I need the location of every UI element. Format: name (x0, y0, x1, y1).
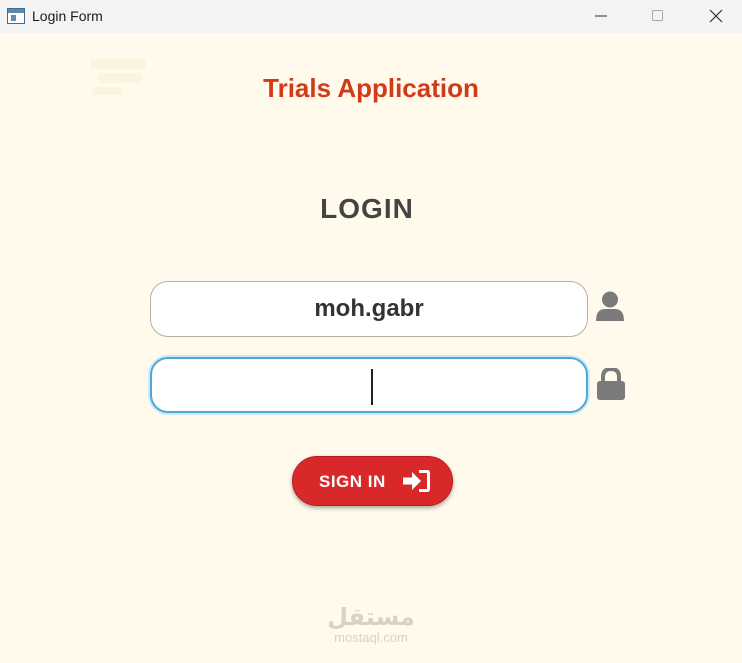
minimize-icon (595, 15, 607, 17)
login-form: Trials Application LOGIN moh.gabr SIGN I… (0, 33, 742, 663)
mostaql-watermark: مستقل mostaql.com (0, 603, 742, 645)
close-icon (709, 9, 723, 23)
text-caret (371, 369, 373, 405)
app-title: Trials Application (263, 73, 479, 103)
lock-icon (597, 368, 625, 400)
close-button[interactable] (693, 0, 739, 33)
window-title: Login Form (32, 8, 103, 24)
watermark-arabic: مستقل (327, 603, 415, 631)
username-value: moh.gabr (314, 295, 424, 322)
user-icon (596, 291, 624, 321)
password-input[interactable] (150, 357, 588, 413)
username-input[interactable]: moh.gabr (150, 281, 588, 337)
sign-in-arrow-icon (403, 470, 430, 492)
maximize-icon (652, 10, 663, 21)
watermark-url: mostaql.com (334, 630, 408, 645)
app-window-icon (7, 8, 25, 24)
login-heading: LOGIN (320, 193, 414, 224)
window-titlebar: Login Form (0, 0, 742, 33)
sign-in-button[interactable]: SIGN IN (292, 456, 453, 506)
maximize-button[interactable] (635, 0, 681, 33)
minimize-button[interactable] (578, 0, 624, 33)
sign-in-label: SIGN IN (319, 472, 386, 491)
